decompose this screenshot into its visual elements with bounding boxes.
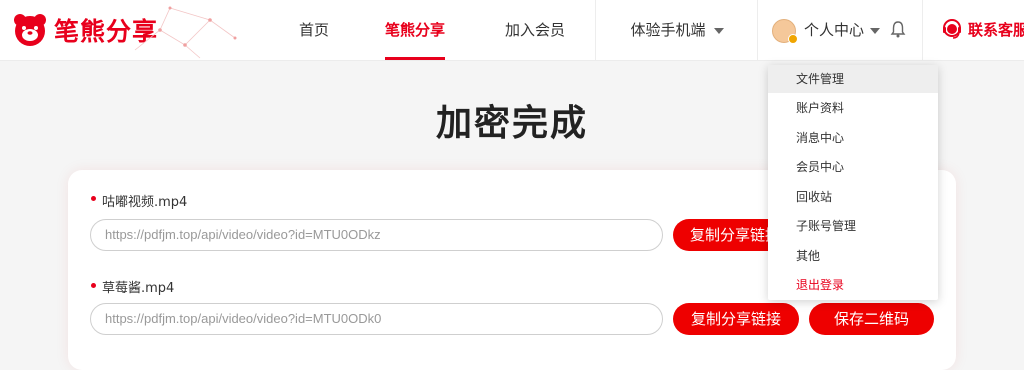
copy-link-button[interactable]: 复制分享链接 xyxy=(673,303,799,335)
nav-divider xyxy=(757,0,758,60)
share-link-input[interactable]: https://pdfjm.top/api/video/video?id=MTU… xyxy=(90,219,663,251)
menu-item-account[interactable]: 账户资料 xyxy=(768,94,938,122)
network-decoration xyxy=(134,6,237,59)
customer-service-icon xyxy=(943,19,961,39)
chevron-down-icon xyxy=(713,27,724,34)
nav-mobile-label: 体验手机端 xyxy=(630,21,706,39)
bullet-dot xyxy=(91,283,96,288)
menu-item-other[interactable]: 其他 xyxy=(768,242,938,270)
file-name: 草莓酱.mp4 xyxy=(102,281,175,296)
bell-icon[interactable] xyxy=(890,20,906,38)
menu-item-logout[interactable]: 退出登录 xyxy=(768,271,938,299)
user-dropdown-menu: 文件管理 账户资料 消息中心 会员中心 回收站 子账号管理 其他 退出登录 xyxy=(768,65,938,300)
contact-service-link[interactable]: 联系客服 xyxy=(968,0,1024,60)
avatar[interactable] xyxy=(772,19,798,44)
nav-home[interactable]: 首页 xyxy=(285,0,343,60)
menu-item-member[interactable]: 会员中心 xyxy=(768,153,938,181)
menu-item-sub-accounts[interactable]: 子账号管理 xyxy=(768,212,938,240)
nav-user-center[interactable]: 个人中心 xyxy=(804,0,884,60)
nav-share[interactable]: 笔熊分享 xyxy=(385,0,445,60)
nav-divider xyxy=(595,0,596,60)
nav-join-member[interactable]: 加入会员 xyxy=(500,0,570,60)
file-name: 咕嘟视频.mp4 xyxy=(102,195,188,210)
save-qrcode-button[interactable]: 保存二维码 xyxy=(809,303,934,335)
user-center-label: 个人中心 xyxy=(804,21,865,39)
bullet-dot xyxy=(91,196,96,201)
share-link-input[interactable]: https://pdfjm.top/api/video/video?id=MTU… xyxy=(90,303,663,335)
chevron-down-icon xyxy=(870,27,881,34)
bear-logo-icon xyxy=(14,14,46,46)
top-header: 笔熊分享 首页 笔熊分享 加入会员 体验手机端 个人中心 联系客服 xyxy=(0,0,1024,61)
menu-item-file-manage[interactable]: 文件管理 xyxy=(768,65,938,93)
menu-item-recycle-bin[interactable]: 回收站 xyxy=(768,183,938,211)
nav-mobile-dropdown[interactable]: 体验手机端 xyxy=(622,0,732,60)
menu-item-messages[interactable]: 消息中心 xyxy=(768,124,938,152)
nav-divider xyxy=(922,0,923,60)
